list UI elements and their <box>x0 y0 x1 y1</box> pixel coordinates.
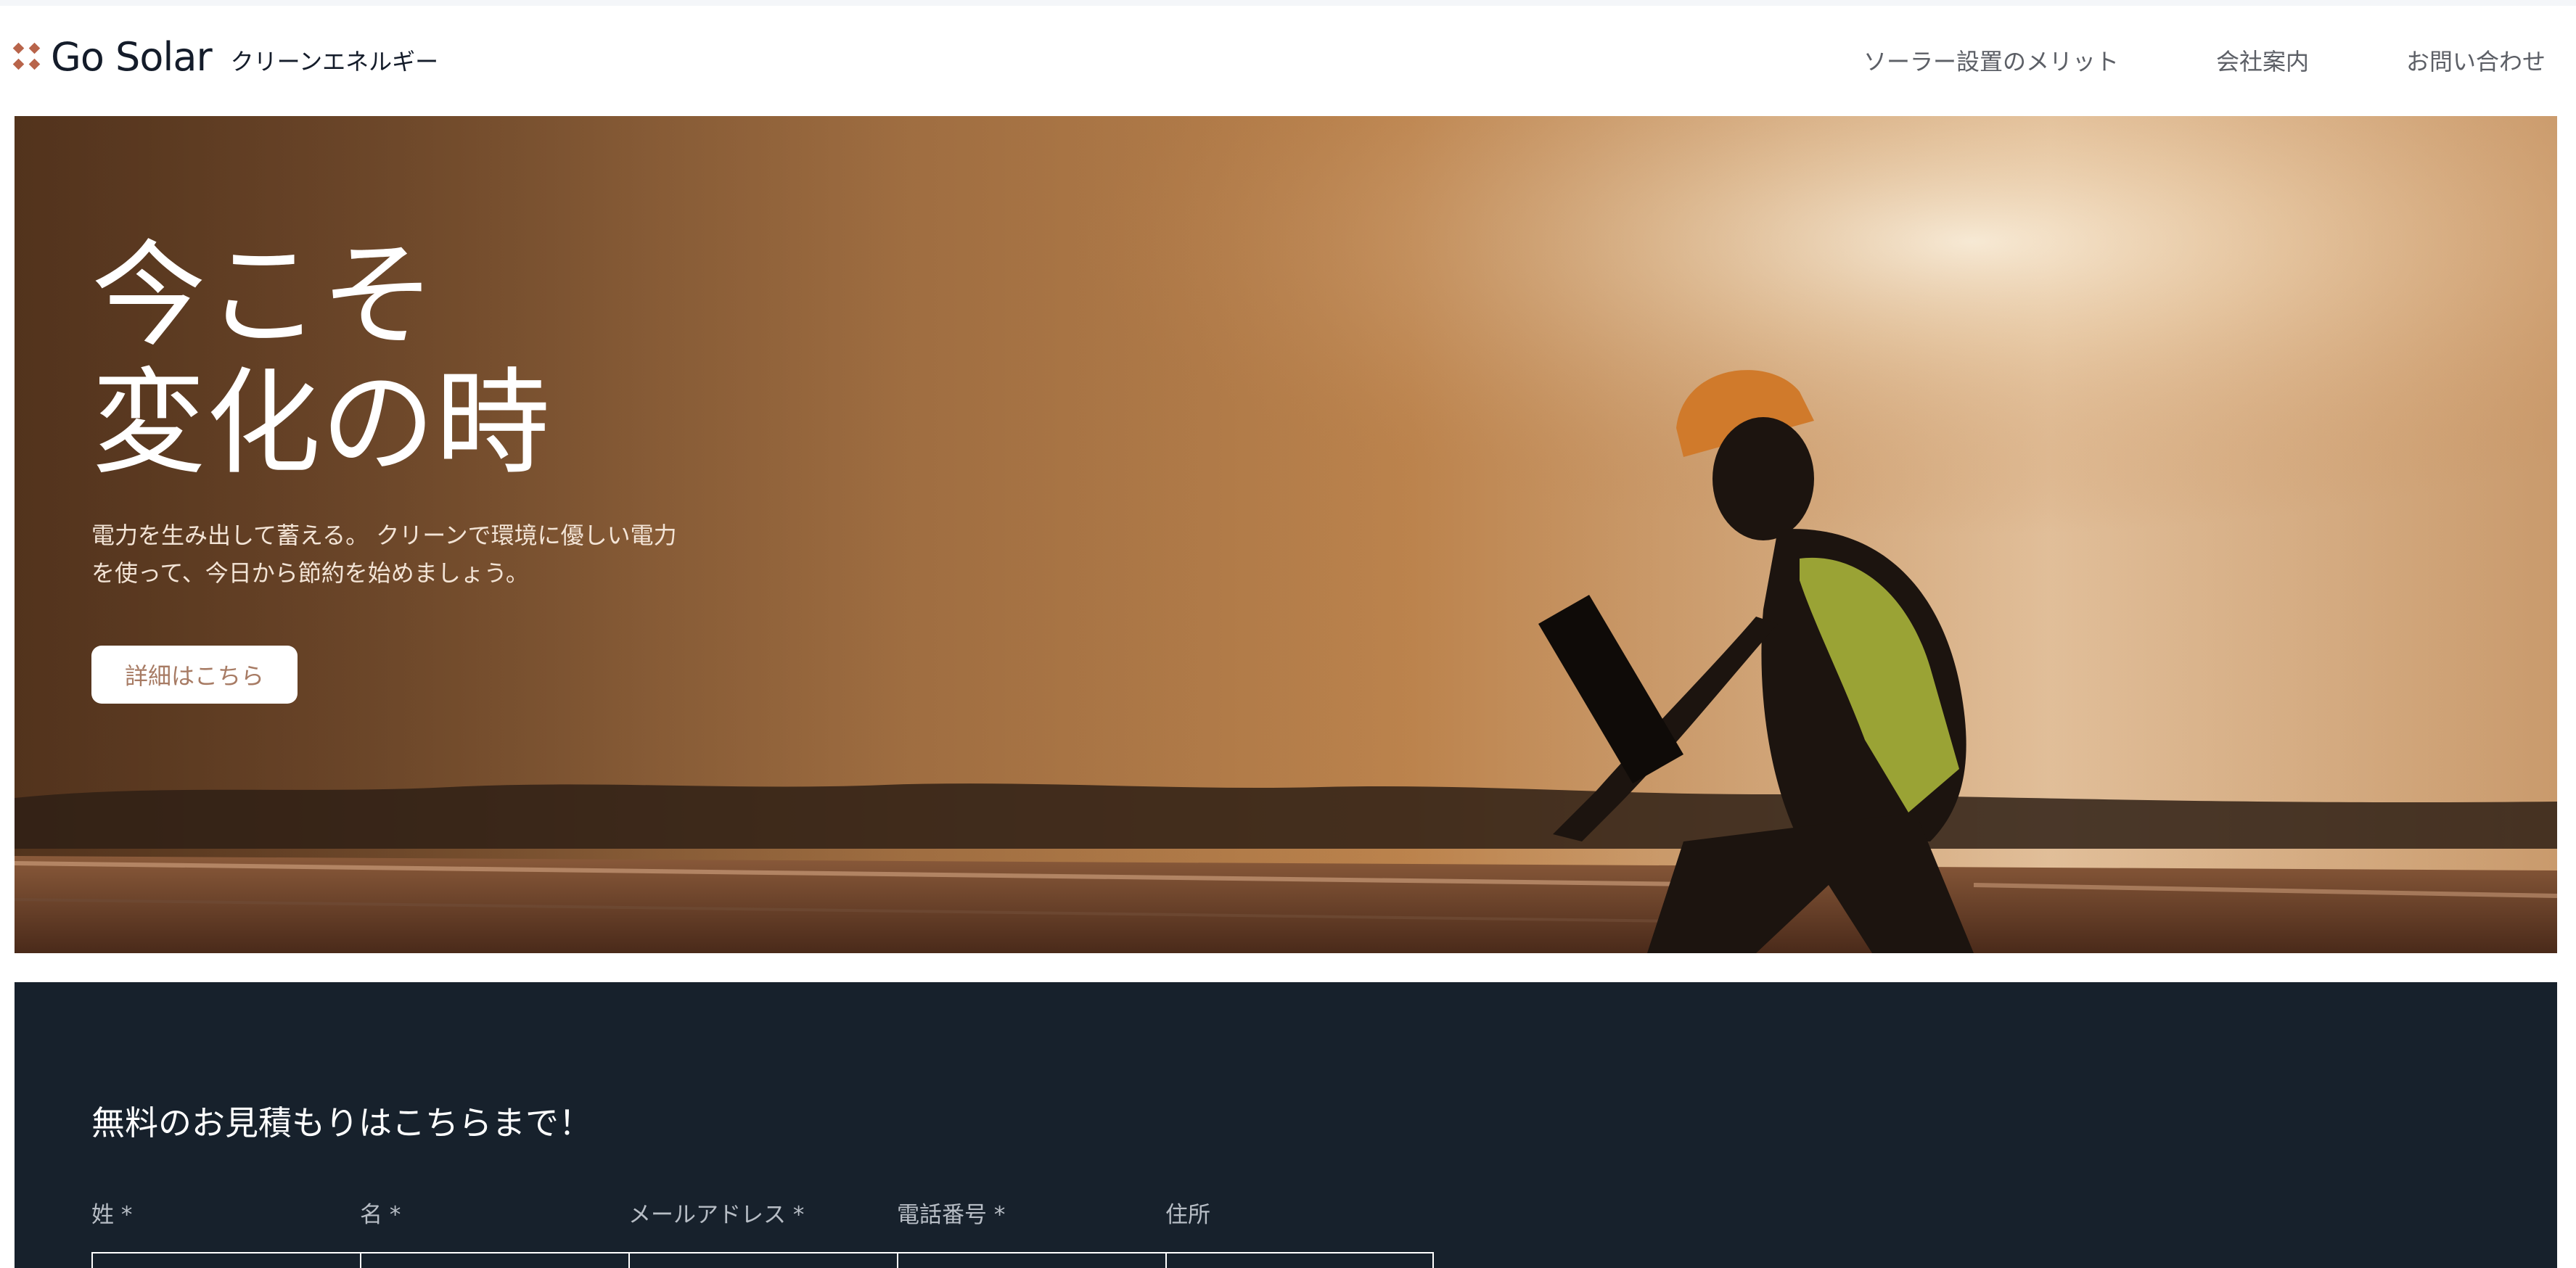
nav-item-benefits[interactable]: ソーラー設置のメリット <box>1863 44 2119 77</box>
brand-tagline: クリーンエネルギー <box>230 48 439 75</box>
last-name-input[interactable] <box>91 1252 360 1268</box>
email-input[interactable] <box>628 1252 897 1268</box>
logo-link[interactable]: Go Solar クリーンエネルギー <box>12 28 439 86</box>
first-name-input[interactable] <box>360 1252 628 1268</box>
hero-title: 今こそ 変化の時 <box>91 232 701 487</box>
address-input[interactable] <box>1165 1252 1434 1268</box>
address-field-group: 住所 <box>1165 1197 1434 1268</box>
brand-name: Go Solar <box>51 33 213 80</box>
first-name-field-group: 名 * <box>360 1197 628 1268</box>
hero-subtitle-line-2: を使って、今日から節約を始めましょう。 <box>91 559 529 587</box>
top-strip <box>0 0 2576 6</box>
hero-title-line-2: 変化の時 <box>91 357 550 490</box>
quote-form: 姓 * 名 * メールアドレス * 電話番号 * 住所 <box>91 1197 1435 1268</box>
email-field-group: メールアドレス * <box>628 1197 897 1268</box>
quote-section: 無料のお見積もりはこちらまで！ 姓 * 名 * メールアドレス * 電話番号 *… <box>15 982 2557 1268</box>
hero-subtitle-line-1: 電力を生み出して蓄える。 クリーンで環境に優しい電力 <box>91 522 677 549</box>
phone-field-group: 電話番号 * <box>897 1197 1165 1268</box>
site-header: Go Solar クリーンエネルギー ソーラー設置のメリット 会社案内 お問い合… <box>0 6 2576 115</box>
hero-content: 今こそ 変化の時 電力を生み出して蓄える。 クリーンで環境に優しい電力 を使って… <box>91 232 701 704</box>
phone-input[interactable] <box>897 1252 1165 1268</box>
phone-label: 電話番号 * <box>897 1202 1006 1228</box>
address-label: 住所 <box>1165 1202 1210 1228</box>
main-nav: ソーラー設置のメリット 会社案内 お問い合わせ <box>1863 44 2546 77</box>
first-name-label: 名 * <box>360 1202 401 1228</box>
hero-subtitle: 電力を生み出して蓄える。 クリーンで環境に優しい電力 を使って、今日から節約を始… <box>91 516 701 592</box>
last-name-field-group: 姓 * <box>91 1197 360 1268</box>
hero-title-line-1: 今こそ <box>91 229 435 363</box>
nav-item-contact[interactable]: お問い合わせ <box>2406 44 2546 77</box>
logo-mark-icon <box>12 42 41 70</box>
last-name-label: 姓 * <box>91 1202 133 1228</box>
email-label: メールアドレス * <box>628 1202 805 1228</box>
nav-item-company[interactable]: 会社案内 <box>2216 44 2309 77</box>
quote-title: 無料のお見積もりはこちらまで！ <box>91 1103 592 1143</box>
learn-more-button[interactable]: 詳細はこちら <box>91 646 298 704</box>
hero-section: 今こそ 変化の時 電力を生み出して蓄える。 クリーンで環境に優しい電力 を使って… <box>15 116 2557 953</box>
